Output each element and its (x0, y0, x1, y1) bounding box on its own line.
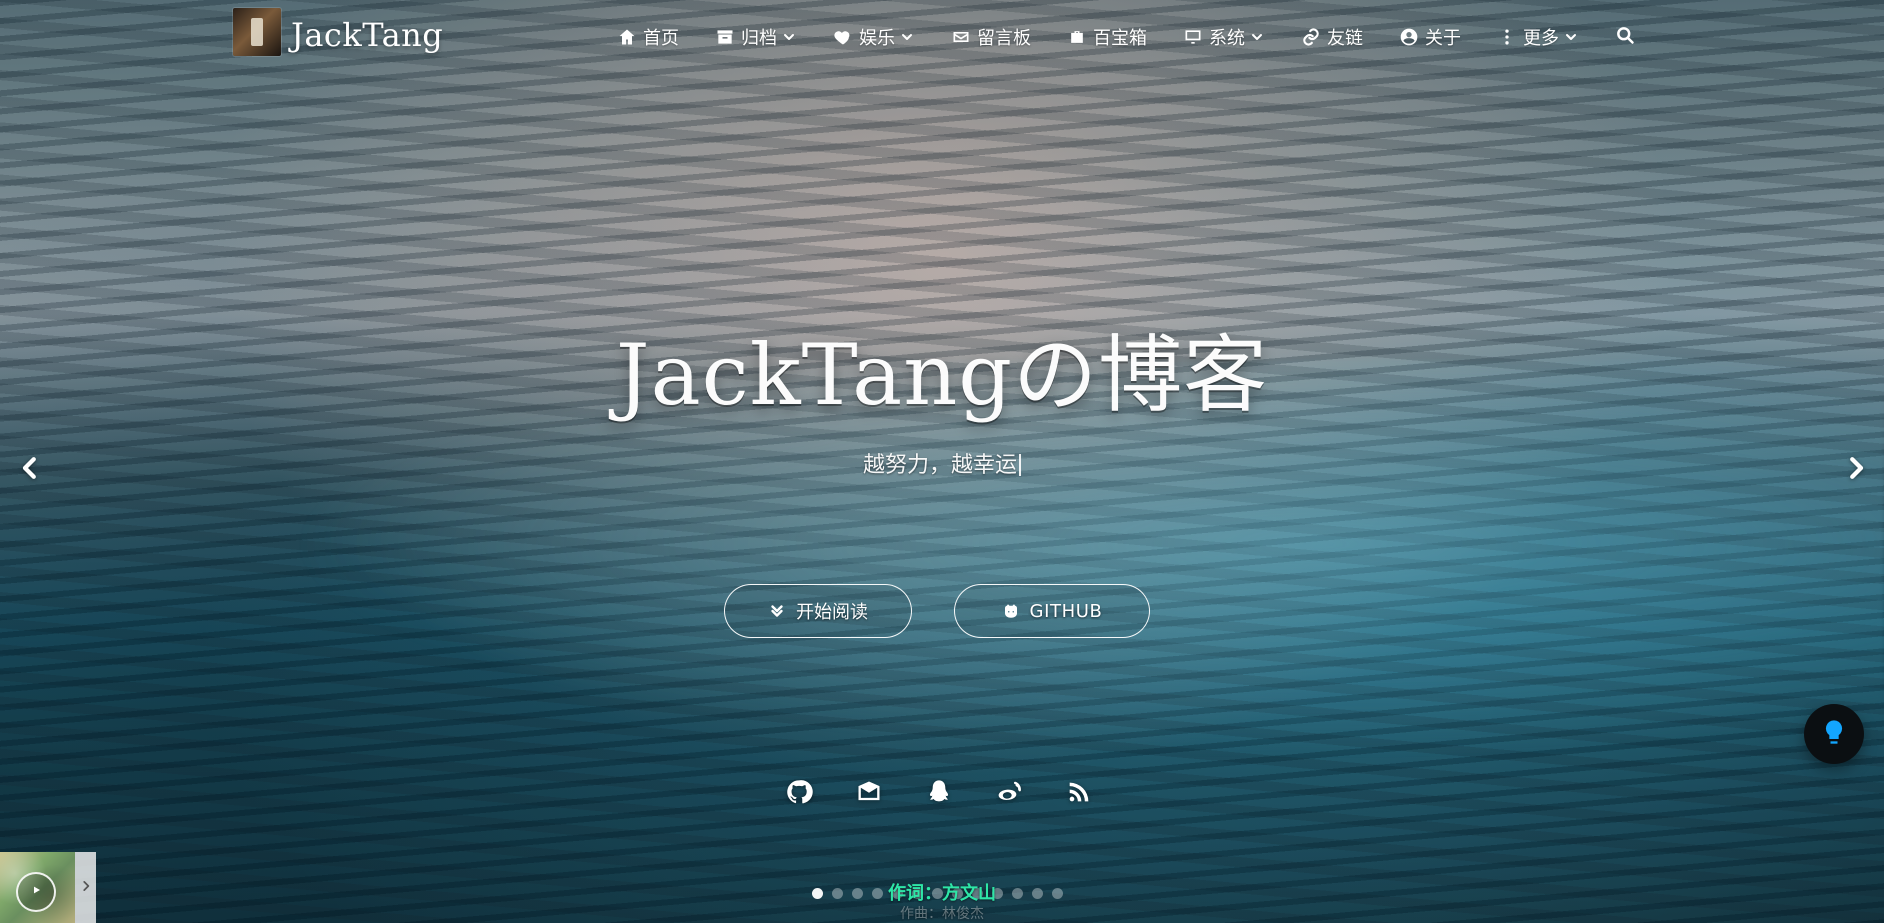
mail-icon (951, 27, 971, 47)
lightbulb-icon (1820, 718, 1848, 750)
more-vertical-icon (1497, 27, 1517, 47)
email-link[interactable] (855, 780, 883, 808)
nav-item-home[interactable]: 首页 (607, 18, 689, 56)
top-nav: 首页 归档 娱乐 留言板 百宝箱 系统 友链 关于 更多 (607, 18, 1643, 56)
lyrics-line-2: 作曲：林俊杰 (900, 906, 984, 922)
typing-caret (1019, 454, 1021, 476)
nav-item-label-system: 系统 (1209, 28, 1245, 49)
search-button[interactable] (1607, 19, 1643, 56)
search-icon (1615, 25, 1635, 45)
nav-item-label-friends: 友链 (1327, 28, 1363, 49)
hero-subtitle-text: 越努力，越幸运 (862, 453, 1017, 478)
hero-buttons: 开始阅读 GITHUB (724, 584, 1150, 638)
lyrics-line-1: 作词：方文山 (888, 883, 996, 904)
chevron-down-icon (1563, 29, 1579, 45)
start-reading-button[interactable]: 开始阅读 (724, 584, 912, 638)
nav-item-archive[interactable]: 归档 (705, 18, 807, 56)
social-links (785, 780, 1093, 808)
chevron-down-icon (1249, 29, 1265, 45)
desktop-icon (1183, 27, 1203, 47)
nav-item-label-more: 更多 (1523, 28, 1559, 49)
nav-item-label-home: 首页 (643, 28, 679, 49)
nav-item-label-guestbook: 留言板 (977, 28, 1031, 49)
chevron-down-icon (899, 29, 915, 45)
email-icon (855, 778, 883, 810)
weibo-link[interactable] (995, 780, 1023, 808)
double-chevron-down-icon (768, 602, 786, 620)
qq-icon (925, 778, 953, 810)
nav-item-label-entertainment: 娱乐 (859, 28, 895, 49)
github-icon (785, 778, 813, 810)
github-button[interactable]: GITHUB (954, 584, 1150, 638)
nav-item-more[interactable]: 更多 (1487, 18, 1589, 56)
github-cat-icon (1002, 602, 1020, 620)
nav-item-label-archive: 归档 (741, 28, 777, 49)
home-icon (617, 27, 637, 47)
heart-icon (833, 27, 853, 47)
nav-item-toolbox[interactable]: 百宝箱 (1057, 18, 1157, 56)
user-circle-icon (1399, 27, 1419, 47)
floating-action-button[interactable] (1804, 704, 1864, 764)
weibo-icon (995, 778, 1023, 810)
nav-item-label-about: 关于 (1425, 28, 1461, 49)
suitcase-icon (1067, 27, 1087, 47)
chevron-down-icon (781, 29, 797, 45)
nav-item-friends[interactable]: 友链 (1291, 18, 1373, 56)
rss-icon (1065, 778, 1093, 810)
github-link[interactable] (785, 780, 813, 808)
page: JackTang 首页 归档 娱乐 留言板 百宝箱 系统 友链 关于 更多 Ja… (0, 0, 1884, 923)
link-icon (1301, 27, 1321, 47)
nav-item-entertainment[interactable]: 娱乐 (823, 18, 925, 56)
brand[interactable]: JackTang (233, 8, 443, 56)
qq-link[interactable] (925, 780, 953, 808)
header: JackTang 首页 归档 娱乐 留言板 百宝箱 系统 友链 关于 更多 (0, 0, 1884, 66)
hero-title: JackTangの博客 (615, 326, 1269, 424)
nav-item-system[interactable]: 系统 (1173, 18, 1275, 56)
rss-link[interactable] (1065, 780, 1093, 808)
nav-item-about[interactable]: 关于 (1389, 18, 1471, 56)
hero-subtitle: 越努力，越幸运 (0, 447, 1884, 479)
archive-icon (715, 27, 735, 47)
brand-name[interactable]: JackTang (291, 13, 443, 51)
github-label: GITHUB (1029, 600, 1103, 622)
nav-item-label-toolbox: 百宝箱 (1093, 28, 1147, 49)
avatar[interactable] (233, 8, 281, 56)
nav-item-guestbook[interactable]: 留言板 (941, 18, 1041, 56)
start-reading-label: 开始阅读 (796, 602, 868, 623)
